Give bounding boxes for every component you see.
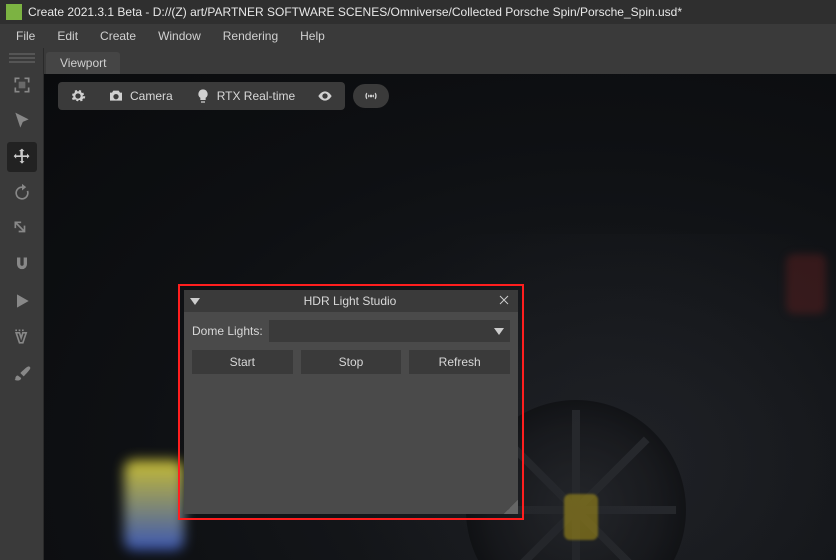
left-toolbar <box>0 48 44 560</box>
live-indicator[interactable] <box>353 84 389 108</box>
tool-frame[interactable] <box>7 70 37 100</box>
tool-snap[interactable] <box>7 250 37 280</box>
renderer-label: RTX Real-time <box>217 89 295 103</box>
rotate-icon <box>12 183 32 203</box>
visibility-button[interactable] <box>307 84 343 108</box>
panel-collapse-icon[interactable] <box>190 298 200 305</box>
app-icon <box>6 4 22 20</box>
toolbar-grip[interactable] <box>7 52 37 64</box>
panel-header[interactable]: HDR Light Studio <box>184 290 518 312</box>
menu-file[interactable]: File <box>6 27 45 45</box>
menu-window[interactable]: Window <box>148 27 211 45</box>
panel-highlight: HDR Light Studio Dome Lights: <box>178 284 524 520</box>
play-icon <box>12 291 32 311</box>
menu-help[interactable]: Help <box>290 27 335 45</box>
camera-label: Camera <box>130 89 173 103</box>
move-icon <box>12 147 32 167</box>
start-button[interactable]: Start <box>192 350 293 374</box>
window-title: Create 2021.3.1 Beta - D://(Z) art/PARTN… <box>28 5 682 19</box>
tool-rotate[interactable] <box>7 178 37 208</box>
viewport[interactable]: Camera RTX Real-time <box>44 74 836 560</box>
camera-icon <box>108 88 124 104</box>
hdr-light-studio-panel: HDR Light Studio Dome Lights: <box>184 290 518 514</box>
lightbulb-icon <box>195 88 211 104</box>
broadcast-icon <box>363 88 379 104</box>
menu-create[interactable]: Create <box>90 27 146 45</box>
viewport-toolbar: Camera RTX Real-time <box>58 82 389 110</box>
menu-edit[interactable]: Edit <box>47 27 88 45</box>
dome-lights-label: Dome Lights: <box>192 324 263 338</box>
scene-taillight <box>786 254 826 314</box>
chevron-down-icon <box>494 328 504 335</box>
tool-select[interactable] <box>7 106 37 136</box>
stop-button[interactable]: Stop <box>301 350 402 374</box>
scene-caliper <box>564 494 598 540</box>
brush-icon <box>12 363 32 383</box>
panel-title: HDR Light Studio <box>204 294 496 308</box>
window-titlebar: Create 2021.3.1 Beta - D://(Z) art/PARTN… <box>0 0 836 24</box>
frame-icon <box>12 75 32 95</box>
camera-selector[interactable]: Camera <box>98 84 183 108</box>
tool-brush[interactable] <box>7 358 37 388</box>
magnet-icon <box>12 255 32 275</box>
tool-move[interactable] <box>7 142 37 172</box>
menu-rendering[interactable]: Rendering <box>213 27 288 45</box>
physics-icon <box>12 327 32 347</box>
menubar: File Edit Create Window Rendering Help <box>0 24 836 48</box>
panel-close-button[interactable] <box>496 293 512 309</box>
scene-headlight <box>124 460 184 550</box>
refresh-button[interactable]: Refresh <box>409 350 510 374</box>
panel-resize-grip[interactable] <box>504 500 518 514</box>
dome-lights-dropdown[interactable] <box>269 320 510 342</box>
viewport-settings-button[interactable] <box>60 84 96 108</box>
renderer-selector[interactable]: RTX Real-time <box>185 84 305 108</box>
gear-icon <box>70 88 86 104</box>
cursor-icon <box>12 111 32 131</box>
tool-scale[interactable] <box>7 214 37 244</box>
tool-play[interactable] <box>7 286 37 316</box>
scale-icon <box>12 219 32 239</box>
tool-physics[interactable] <box>7 322 37 352</box>
tabs-bar: Viewport <box>44 48 836 74</box>
eye-icon <box>317 88 333 104</box>
tab-viewport[interactable]: Viewport <box>46 52 120 74</box>
close-icon <box>498 294 510 306</box>
